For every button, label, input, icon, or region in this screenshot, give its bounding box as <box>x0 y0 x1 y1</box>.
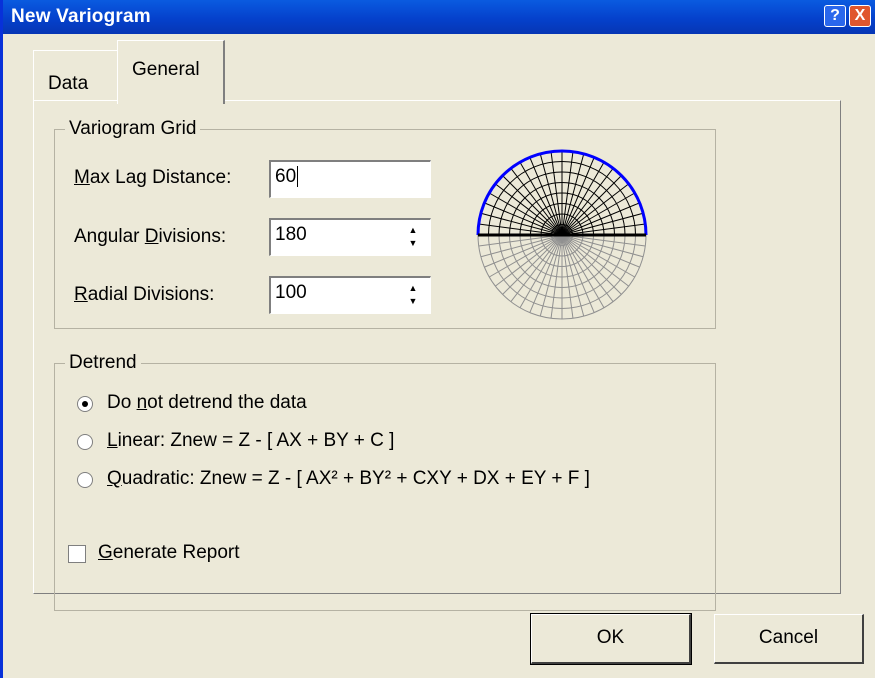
cancel-button-label: Cancel <box>758 627 819 648</box>
grid-spoke-lower <box>539 234 563 317</box>
close-icon: X <box>854 7 866 24</box>
variogram-grid-group: Variogram Grid Max Lag Distance: 60 Angu… <box>54 118 716 329</box>
window-title: New Variogram <box>11 6 151 27</box>
radial-divisions-stepper[interactable]: 100 ▲ ▼ <box>269 276 431 314</box>
ok-button-label: OK <box>596 627 625 648</box>
detrend-none-label[interactable]: Do not detrend the data <box>107 392 307 414</box>
variogram-grid-legend: Variogram Grid <box>65 118 201 140</box>
radial-divisions-label: Radial Divisions: <box>74 284 215 305</box>
detrend-linear-label[interactable]: Linear: Znew = Z - [ AX + BY + C ] <box>107 430 394 452</box>
angular-spinner[interactable]: ▲ ▼ <box>404 224 422 250</box>
angular-divisions-label: Angular Divisions: <box>74 226 227 247</box>
tab-data[interactable]: Data <box>33 50 117 100</box>
close-button[interactable]: X <box>849 5 871 27</box>
spin-up-icon[interactable]: ▲ <box>404 282 422 295</box>
tab-general-label: General <box>132 59 200 80</box>
spin-down-icon[interactable]: ▼ <box>404 295 422 308</box>
dialog-window: New Variogram ? X Data General Variogram… <box>0 0 875 678</box>
max-lag-label: Max Lag Distance: <box>74 167 232 188</box>
radial-spinner[interactable]: ▲ ▼ <box>404 282 422 308</box>
grid-spoke-lower <box>561 234 644 258</box>
detrend-group: Detrend Do not detrend the data Linear: … <box>54 352 716 611</box>
detrend-legend: Detrend <box>65 352 141 374</box>
variogram-grid-preview <box>476 149 648 320</box>
grid-spoke-upper <box>561 212 644 236</box>
angular-divisions-stepper[interactable]: 180 ▲ ▼ <box>269 218 431 256</box>
help-button[interactable]: ? <box>824 5 846 27</box>
help-icon: ? <box>830 7 840 24</box>
angular-divisions-value: 180 <box>275 224 307 245</box>
ok-button[interactable]: OK <box>530 613 692 665</box>
grid-spoke-lower <box>561 234 585 317</box>
title-bar[interactable]: New Variogram ? X <box>3 0 875 34</box>
grid-spoke-upper <box>539 153 563 236</box>
tab-general[interactable]: General <box>117 40 225 104</box>
grid-spoke-upper <box>561 153 585 236</box>
tab-panel-general: Variogram Grid Max Lag Distance: 60 Angu… <box>33 100 841 611</box>
radial-divisions-value: 100 <box>275 282 307 303</box>
detrend-quadratic-label[interactable]: Quadratic: Znew = Z - [ AX² + BY² + CXY … <box>107 468 590 490</box>
detrend-none-radio[interactable] <box>77 396 93 412</box>
cancel-button[interactable]: Cancel <box>714 614 864 664</box>
spin-up-icon[interactable]: ▲ <box>404 224 422 237</box>
detrend-quadratic-radio[interactable] <box>77 472 93 488</box>
tab-data-label: Data <box>48 73 89 94</box>
grid-spoke-lower <box>480 234 563 258</box>
spin-down-icon[interactable]: ▼ <box>404 237 422 250</box>
max-lag-input[interactable]: 60 <box>269 160 431 198</box>
grid-spoke-upper <box>480 212 563 236</box>
max-lag-value: 60 <box>275 166 297 187</box>
detrend-linear-radio[interactable] <box>77 434 93 450</box>
generate-report-checkbox[interactable] <box>68 545 86 563</box>
generate-report-label[interactable]: Generate Report <box>98 542 240 564</box>
